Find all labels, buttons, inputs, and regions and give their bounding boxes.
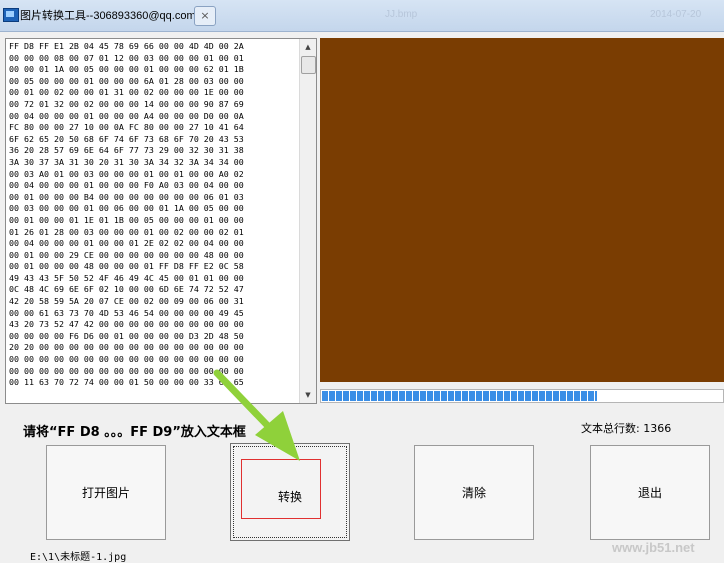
hex-line: 00 04 00 00 00 01 00 00 00 F0 A0 03 00 0…: [9, 180, 244, 191]
hex-line: 00 03 A0 01 00 03 00 00 00 01 00 01 00 0…: [9, 168, 244, 179]
close-icon[interactable]: ×: [194, 6, 216, 26]
hex-line: FF D8 FF E1 2B 04 45 78 69 66 00 00 4D 4…: [9, 41, 244, 51]
hex-line: 3A 30 37 3A 31 30 20 31 30 3A 34 32 3A 3…: [9, 156, 244, 167]
hex-line: 49 43 43 5F 50 52 4F 46 49 4C 45 00 01 0…: [9, 272, 244, 283]
vertical-scrollbar[interactable]: ▲ ▼: [299, 39, 316, 403]
app-icon: [3, 8, 19, 22]
background-window-text: JJ.bmp: [385, 9, 418, 20]
hex-line: 00 00 00 00 00 00 00 00 00 00 00 00 00 0…: [9, 354, 244, 365]
background-window-date: 2014-07-20: [650, 9, 702, 20]
line-count-caption: 文本总行数:: [581, 422, 640, 435]
hex-line: 01 26 01 28 00 03 00 00 00 01 00 02 00 0…: [9, 226, 244, 237]
hex-line: 00 00 00 00 F6 D6 00 01 00 00 00 00 D3 2…: [9, 330, 244, 341]
progress-bar: [320, 389, 724, 403]
file-path-label: E:\1\未标题-1.jpg: [30, 552, 127, 563]
image-preview: [320, 38, 724, 382]
exit-button[interactable]: 退出: [590, 445, 710, 540]
hex-line: 00 01 00 02 00 00 01 31 00 02 00 00 00 1…: [9, 87, 244, 98]
hex-line: 00 04 00 00 00 01 00 00 00 A4 00 00 00 D…: [9, 110, 244, 121]
scroll-thumb[interactable]: [301, 56, 316, 74]
window-title: 图片转换工具--306893360@qq.com: [20, 10, 196, 22]
hex-line: 00 01 00 00 01 1E 01 1B 00 05 00 00 00 0…: [9, 214, 244, 225]
hex-line: 42 20 58 59 5A 20 07 CE 00 02 00 09 00 0…: [9, 296, 244, 307]
scroll-up-icon[interactable]: ▲: [300, 39, 316, 55]
hex-line: 00 01 00 00 00 B4 00 00 00 00 00 00 00 0…: [9, 191, 244, 202]
hex-textbox[interactable]: FF D8 FF E1 2B 04 45 78 69 66 00 00 4D 4…: [5, 38, 317, 404]
progress-fill: [322, 391, 598, 401]
hex-line: 00 03 00 00 00 01 00 06 00 00 01 1A 00 0…: [9, 203, 244, 214]
hex-line: 43 20 73 52 47 42 00 00 00 00 00 00 00 0…: [9, 319, 244, 330]
watermark: www.jb51.net: [612, 540, 695, 555]
clear-button[interactable]: 清除: [414, 445, 534, 540]
hex-line: 00 01 00 00 00 48 00 00 00 01 FF D8 FF E…: [9, 261, 244, 272]
hex-content: FF D8 FF E1 2B 04 45 78 69 66 00 00 4D 4…: [9, 41, 299, 389]
convert-button-label: 转换: [277, 490, 302, 504]
hex-line: 00 00 00 08 00 07 01 12 00 03 00 00 00 0…: [9, 52, 244, 63]
hex-line: 00 00 61 63 73 70 4D 53 46 54 00 00 00 0…: [9, 307, 244, 318]
line-count-label: 文本总行数: 1366: [581, 420, 671, 436]
hex-line: 00 01 00 00 29 CE 00 00 00 00 00 00 00 4…: [9, 249, 244, 260]
open-image-button[interactable]: 打开图片: [46, 445, 166, 540]
hex-line: 20 20 00 00 00 00 00 00 00 00 00 00 00 0…: [9, 342, 244, 353]
hex-line: 6F 62 65 20 50 68 6F 74 6F 73 68 6F 70 2…: [9, 133, 244, 144]
hex-line: 00 04 00 00 00 01 00 00 01 2E 02 02 00 0…: [9, 238, 244, 249]
hex-line: 0C 48 4C 69 6E 6F 02 10 00 00 6D 6E 74 7…: [9, 284, 244, 295]
hex-line: 00 72 01 32 00 02 00 00 00 14 00 00 00 9…: [9, 98, 244, 109]
title-bar: 图片转换工具--306893360@qq.com × JJ.bmp 2014-0…: [0, 0, 724, 32]
line-count-value: 1366: [643, 422, 672, 435]
hex-line: 00 00 01 1A 00 05 00 00 00 01 00 00 00 6…: [9, 64, 244, 75]
hex-line: 36 20 28 57 69 6E 64 6F 77 73 29 00 32 3…: [9, 145, 244, 156]
hex-line: 00 05 00 00 00 01 00 00 00 6A 01 28 00 0…: [9, 75, 244, 86]
hex-line: FC 80 00 00 27 10 00 0A FC 80 00 00 27 1…: [9, 122, 244, 133]
annotation-arrow-icon: [213, 369, 300, 461]
